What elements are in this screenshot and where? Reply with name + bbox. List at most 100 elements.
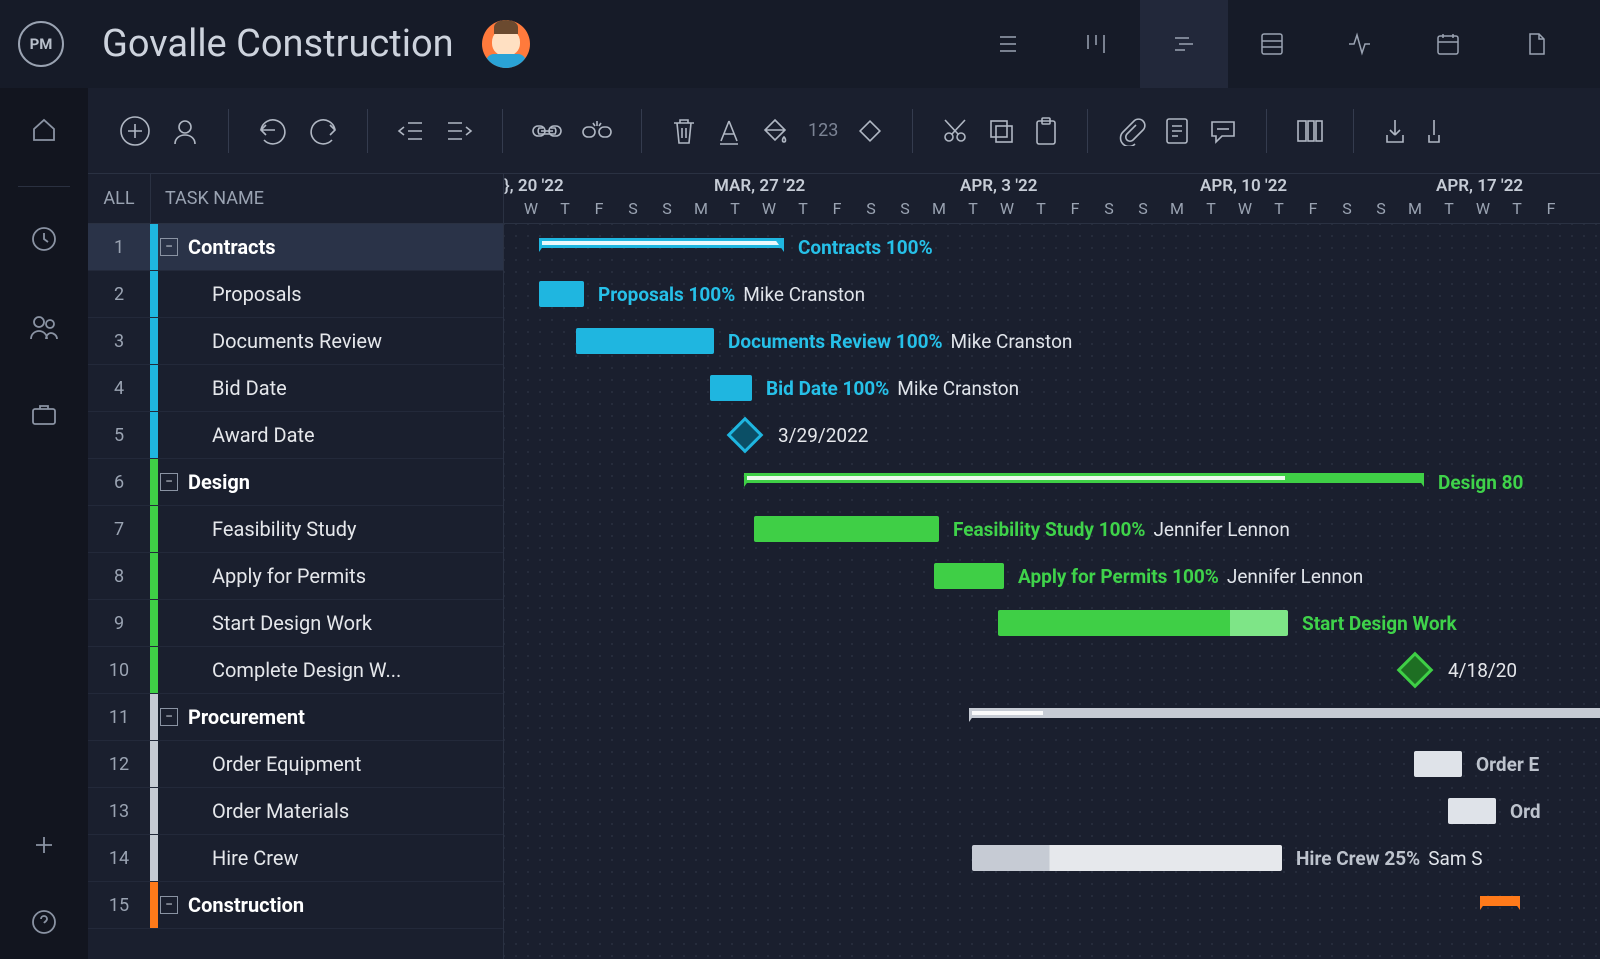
gantt-summary-bar[interactable]: [744, 473, 1424, 483]
task-row[interactable]: 8Apply for Permits: [88, 553, 503, 600]
task-row[interactable]: 6−Design: [88, 459, 503, 506]
gantt-summary-bar[interactable]: [539, 238, 784, 248]
left-rail: [0, 88, 88, 959]
timeline-week-label: }, 20 '22: [504, 176, 564, 196]
milestone-icon[interactable]: [856, 117, 884, 145]
task-color-stripe: [150, 694, 158, 740]
task-index: 6: [88, 472, 150, 493]
app-logo[interactable]: PM: [18, 21, 64, 67]
timeline-day: S: [616, 199, 650, 218]
timeline-week-label: APR, 10 '22: [1200, 176, 1287, 196]
task-name: Procurement: [188, 705, 305, 729]
column-all[interactable]: ALL: [88, 188, 150, 209]
gantt-milestone[interactable]: [727, 417, 764, 454]
task-color-stripe: [150, 459, 158, 505]
paste-icon[interactable]: [1033, 116, 1059, 146]
user-avatar[interactable]: [482, 20, 530, 68]
undo-icon[interactable]: [257, 115, 289, 147]
add-task-icon[interactable]: [118, 114, 152, 148]
attachment-icon[interactable]: [1116, 116, 1146, 146]
gantt-row: Contracts 100%: [504, 224, 1600, 271]
task-row[interactable]: 7Feasibility Study: [88, 506, 503, 553]
import-icon[interactable]: [1382, 117, 1408, 145]
link-icon[interactable]: [531, 121, 563, 141]
task-row[interactable]: 14Hire Crew: [88, 835, 503, 882]
gantt-row: [504, 882, 1600, 929]
task-color-stripe: [150, 882, 158, 928]
timeline-day: F: [1296, 199, 1330, 218]
task-row[interactable]: 3Documents Review: [88, 318, 503, 365]
timeline-day: T: [1500, 199, 1534, 218]
collapse-icon[interactable]: −: [160, 896, 178, 914]
task-name: Contracts: [188, 235, 276, 259]
export-icon[interactable]: [1426, 117, 1442, 145]
clock-icon[interactable]: [30, 225, 58, 257]
cut-icon[interactable]: [941, 117, 969, 145]
gantt-task-bar[interactable]: [539, 281, 584, 307]
board-view-tab[interactable]: [1052, 0, 1140, 88]
task-row[interactable]: 4Bid Date: [88, 365, 503, 412]
calendar-view-tab[interactable]: [1404, 0, 1492, 88]
timeline-day: S: [888, 199, 922, 218]
text-style-icon[interactable]: [716, 117, 742, 145]
task-row[interactable]: 15−Construction: [88, 882, 503, 929]
redo-icon[interactable]: [307, 115, 339, 147]
task-row[interactable]: 13Order Materials: [88, 788, 503, 835]
collapse-icon[interactable]: −: [160, 238, 178, 256]
copy-icon[interactable]: [987, 117, 1015, 145]
gantt-task-bar[interactable]: [972, 845, 1282, 871]
collapse-icon[interactable]: −: [160, 708, 178, 726]
columns-icon[interactable]: [1295, 117, 1325, 145]
task-row[interactable]: 12Order Equipment: [88, 741, 503, 788]
gantt-task-bar[interactable]: [934, 563, 1004, 589]
gantt-chart[interactable]: Contracts 100%Proposals 100%Mike Cransto…: [504, 224, 1600, 959]
column-task-name[interactable]: TASK NAME: [151, 188, 264, 209]
outdent-icon[interactable]: [396, 117, 426, 145]
list-view-tab[interactable]: [964, 0, 1052, 88]
help-icon[interactable]: [31, 909, 57, 939]
gantt-summary-bar[interactable]: [969, 708, 1600, 718]
task-row[interactable]: 1−Contracts: [88, 224, 503, 271]
task-color-stripe: [150, 553, 158, 599]
collapse-icon[interactable]: −: [160, 473, 178, 491]
task-index: 13: [88, 801, 150, 822]
fill-color-icon[interactable]: [760, 117, 790, 145]
gantt-row: 3/29/2022: [504, 412, 1600, 459]
indent-icon[interactable]: [444, 117, 474, 145]
file-view-tab[interactable]: [1492, 0, 1580, 88]
gantt-task-bar[interactable]: [754, 516, 939, 542]
unlink-icon[interactable]: [581, 119, 613, 143]
task-row[interactable]: 2Proposals: [88, 271, 503, 318]
sheet-view-tab[interactable]: [1228, 0, 1316, 88]
assign-icon[interactable]: [170, 116, 200, 146]
gantt-view-tab[interactable]: [1140, 0, 1228, 88]
gantt-task-bar[interactable]: [998, 610, 1288, 636]
delete-icon[interactable]: [670, 116, 698, 146]
gantt-task-bar[interactable]: [1448, 798, 1496, 824]
timeline-day: W: [990, 199, 1024, 218]
gantt-task-bar[interactable]: [710, 375, 752, 401]
gantt-task-bar[interactable]: [576, 328, 714, 354]
timeline-week-label: APR, 17 '22: [1436, 176, 1523, 196]
task-list: 1−Contracts2Proposals3Documents Review4B…: [88, 224, 504, 959]
activity-view-tab[interactable]: [1316, 0, 1404, 88]
briefcase-icon[interactable]: [30, 401, 58, 431]
home-icon[interactable]: [30, 116, 58, 148]
task-name: Bid Date: [212, 376, 287, 400]
gantt-row: Start Design Work: [504, 600, 1600, 647]
gantt-milestone[interactable]: [1397, 652, 1434, 689]
task-row[interactable]: 9Start Design Work: [88, 600, 503, 647]
task-row[interactable]: 5Award Date: [88, 412, 503, 459]
task-list-header: ALL TASK NAME: [88, 174, 504, 224]
comment-icon[interactable]: [1208, 117, 1238, 145]
gantt-label: Contracts 100%: [798, 236, 933, 259]
task-row[interactable]: 10Complete Design W...: [88, 647, 503, 694]
gantt-task-bar[interactable]: [1414, 751, 1462, 777]
add-icon[interactable]: [32, 833, 56, 861]
task-index: 1: [88, 237, 150, 258]
team-icon[interactable]: [29, 313, 59, 345]
task-row[interactable]: 11−Procurement: [88, 694, 503, 741]
gantt-row: Ord: [504, 788, 1600, 835]
gantt-summary-bar[interactable]: [1480, 896, 1520, 906]
notes-icon[interactable]: [1164, 116, 1190, 146]
